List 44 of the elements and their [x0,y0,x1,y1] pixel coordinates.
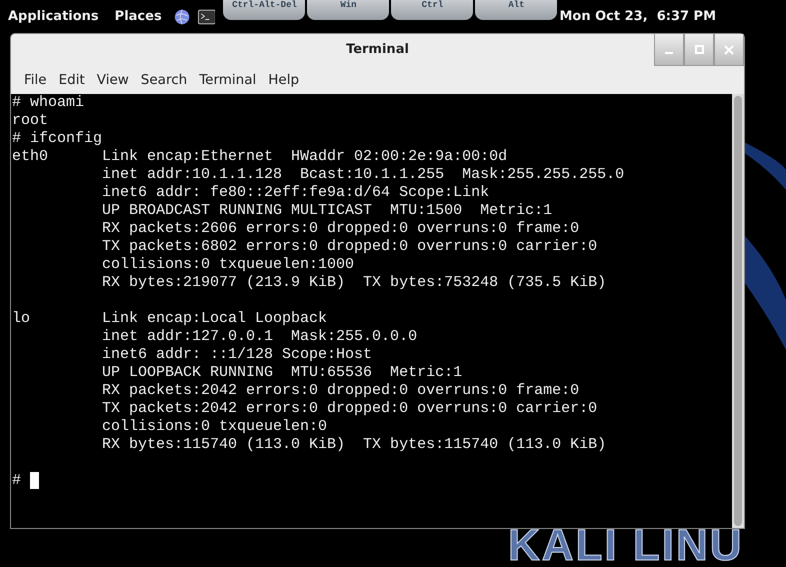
keyboard-key[interactable]: Win [307,0,390,20]
terminal-line: inet6 addr: ::1/128 Scope:Host [101,346,374,364]
close-icon [724,44,734,54]
terminal-line: RX packets:2042 errors:0 dropped:0 overruns:0 frame:0 [101,382,580,400]
terminal-line: RX bytes:115740 (113.0 KiB) TX bytes:115740 (113.0 KiB) [101,436,608,454]
terminal-line: TX packets:2042 errors:0 dropped:0 overruns:0 carrier:0 [101,400,598,418]
menu-item[interactable]: Search [134,70,194,90]
terminal-line: TX packets:6802 errors:0 dropped:0 overruns:0 carrier:0 [101,238,598,256]
maximize-icon [694,45,704,54]
terminal-line: collisions:0 txqueuelen:0 [101,418,328,436]
close-button[interactable] [714,34,744,66]
terminal-line: collisions:0 txqueuelen:1000 [101,256,356,274]
terminal-line: root [11,112,50,130]
terminal-line: UP BROADCAST RUNNING MULTICAST MTU:1500 Metric:1 [101,202,554,220]
terminal-line: RX packets:2606 errors:0 dropped:0 overruns:0 frame:0 [101,220,580,238]
keyboard-key[interactable]: Alt [475,0,558,20]
terminal-line: RX bytes:219077 (213.9 KiB) TX bytes:753248 (735.5 KiB) [101,274,608,292]
panel-menu[interactable]: Applications [0,6,107,26]
terminal-line: inet6 addr: fe80::2eff:fe9a:d/64 Scope:Link [101,184,490,202]
terminal-line: eth0 Link encap:Ethernet HWaddr 02:00:2e:9a:00:0d [11,148,508,166]
wallpaper-logo-text: KALI LINU [508,524,744,567]
keyboard-key[interactable]: Ctrl-Alt-Del [223,0,306,20]
minimize-button[interactable] [654,34,684,66]
clock[interactable]: Mon Oct 23, 6:37 PM [559,6,716,26]
terminal-icon[interactable] [198,8,216,26]
panel-menu[interactable]: Places [106,6,170,26]
terminal-line: # [11,472,732,490]
menu-item[interactable]: Edit [52,70,91,90]
terminal-line: inet addr:127.0.0.1 Mask:255.0.0.0 [101,328,418,346]
terminal-line: lo Link encap:Local Loopback [11,310,328,328]
terminal-line: UP LOOPBACK RUNNING MTU:65536 Metric:1 [101,364,464,382]
terminal-line: inet addr:10.1.1.128 Bcast:10.1.1.255 Mask:255.255.255.0 [101,166,626,184]
window-title: Terminal [346,41,409,60]
globe-icon[interactable] [174,6,190,26]
maximize-button[interactable] [684,34,714,66]
minimize-icon [665,52,673,54]
menu-item[interactable]: Help [262,70,306,90]
keyboard-key[interactable]: Ctrl [391,0,474,20]
menu-item[interactable]: File [18,70,53,90]
terminal-line: # whoami [11,94,86,112]
text-cursor [30,472,40,489]
menu-item[interactable]: Terminal [193,70,262,90]
terminal-line: # ifconfig [11,130,104,148]
menu-item[interactable]: View [90,70,135,90]
